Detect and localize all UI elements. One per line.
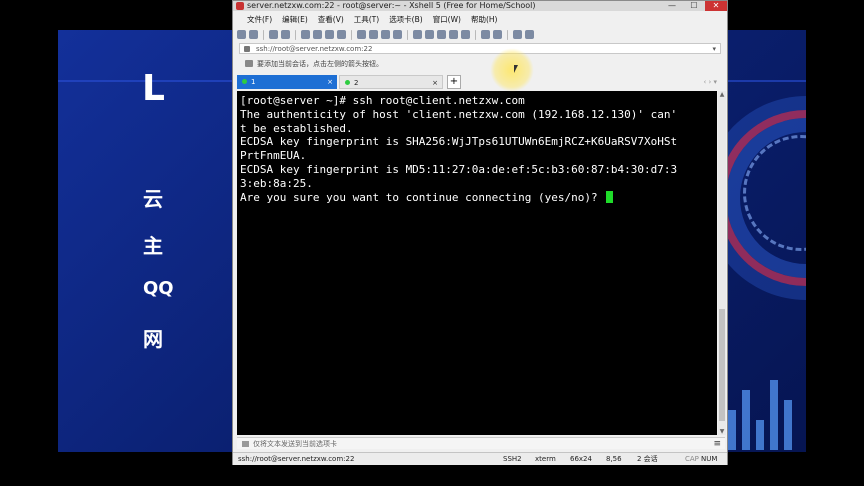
open-folder-icon[interactable]: [249, 30, 258, 39]
print-icon[interactable]: [357, 30, 366, 39]
terminal-line: The authenticity of host 'client.netzxw.…: [240, 107, 678, 121]
terminal-prompt-line: Are you sure you want to continue connec…: [240, 190, 714, 205]
add-tab-button[interactable]: +: [447, 75, 461, 89]
scroll-up-icon[interactable]: ▲: [718, 91, 726, 98]
title-bar[interactable]: server.netzxw.com:22 - root@server:~ - X…: [233, 1, 727, 11]
terminal-prompt: Are you sure you want to continue connec…: [240, 190, 605, 204]
chat-icon[interactable]: [525, 30, 534, 39]
address-dropdown-icon[interactable]: ▾: [712, 44, 716, 55]
keyboard-icon[interactable]: [461, 30, 470, 39]
terminal-cursor: [606, 190, 614, 203]
terminal-line: 3:eb:8a:25.: [240, 176, 313, 190]
status-bar: ssh://root@server.netzxw.com:22 SSH2 xte…: [233, 452, 727, 465]
toolbar-divider: [507, 29, 508, 40]
add-session-arrow-icon[interactable]: [245, 60, 253, 67]
minimize-button[interactable]: —: [661, 1, 683, 11]
connect-icon[interactable]: [269, 30, 278, 39]
session-hint-text: 要添加当前会话，点击左侧的箭头按钮。: [257, 60, 383, 68]
status-path: ssh://root@server.netzxw.com:22: [238, 455, 355, 463]
globe-icon[interactable]: [381, 30, 390, 39]
menu-tab[interactable]: 选项卡(B): [389, 13, 423, 26]
send-icon: [242, 441, 249, 447]
terminal-line: ECDSA key fingerprint is MD5:11:27:0a:de…: [240, 162, 678, 176]
script-icon[interactable]: [413, 30, 422, 39]
mouse-pointer-icon: [514, 65, 518, 73]
tab-close-icon[interactable]: ×: [432, 76, 438, 90]
app-icon: [236, 2, 244, 10]
toolbar-divider: [475, 29, 476, 40]
fullscreen-icon[interactable]: [437, 30, 446, 39]
terminal-line: ECDSA key fingerprint is SHA256:WjJTps61…: [240, 135, 678, 149]
new-session-icon[interactable]: [237, 30, 246, 39]
mouse-pointer-highlight: [490, 48, 534, 92]
menu-file[interactable]: 文件(F): [247, 13, 272, 26]
toolbar-divider: [263, 29, 264, 40]
paste-icon[interactable]: [325, 30, 334, 39]
scroll-down-icon[interactable]: ▼: [718, 428, 726, 435]
send-text-bar[interactable]: 仅将文本发送到当前选项卡 ≡: [237, 437, 725, 449]
disconnect-icon[interactable]: [281, 30, 290, 39]
window-controls: — ☐ ✕: [661, 1, 727, 11]
font-icon[interactable]: [393, 30, 402, 39]
status-term: xterm: [535, 455, 556, 463]
lock-icon[interactable]: [449, 30, 458, 39]
tab-close-icon[interactable]: ×: [327, 75, 333, 89]
slide-line-4: 网: [143, 327, 163, 351]
status-size: 66x24: [570, 455, 592, 463]
slide-line-1: 云: [143, 187, 163, 211]
status-position: 8,56: [606, 455, 622, 463]
maximize-button[interactable]: ☐: [683, 1, 705, 11]
terminal-output[interactable]: [root@server ~]# ssh root@client.netzxw.…: [237, 91, 717, 435]
slide-title: L: [142, 68, 165, 109]
menu-tools[interactable]: 工具(T): [354, 13, 379, 26]
menu-view[interactable]: 查看(V): [318, 13, 344, 26]
menu-edit[interactable]: 编辑(E): [282, 13, 308, 26]
help-icon[interactable]: [513, 30, 522, 39]
tab-client[interactable]: 2 client.netzxw.com:22 ×: [339, 75, 443, 101]
status-num: NUM: [701, 455, 718, 463]
send-text-placeholder: 仅将文本发送到当前选项卡: [253, 440, 337, 448]
decorative-bars: [728, 370, 806, 450]
terminal-scrollbar[interactable]: ▲ ▼: [718, 91, 726, 435]
menu-window[interactable]: 窗口(W): [433, 13, 461, 26]
terminal-line: PrtFnmEUA.: [240, 149, 307, 163]
toolbar-divider: [407, 29, 408, 40]
status-caps: CAP: [685, 455, 699, 463]
connected-status-icon: [242, 79, 247, 84]
slide-line-3: QQ: [143, 278, 174, 299]
scrollbar-thumb[interactable]: [719, 309, 725, 421]
address-lock-icon: [244, 46, 250, 52]
status-protocol: SSH2: [503, 455, 522, 463]
address-bar[interactable]: ssh://root@server.netzxw.com:22 ▾: [239, 43, 721, 54]
send-menu-icon[interactable]: ≡: [713, 438, 721, 450]
toolbar-divider: [351, 29, 352, 40]
session-tabs: 1 server.netzxw.com:22 × 2 client.netzxw…: [237, 75, 725, 101]
close-button[interactable]: ✕: [705, 1, 727, 11]
tab-navigation[interactable]: ‹ › ▾: [703, 75, 717, 89]
session-hint-bar: 要添加当前会话，点击左侧的箭头按钮。: [239, 58, 721, 70]
compose-icon[interactable]: [481, 30, 490, 39]
layout-icon[interactable]: [493, 30, 502, 39]
toolbar: [237, 28, 723, 41]
terminal-line: [root@server ~]# ssh root@client.netzxw.…: [240, 94, 525, 107]
slide-line-2: 主: [143, 234, 163, 258]
connected-status-icon: [345, 80, 350, 85]
copy-icon[interactable]: [313, 30, 322, 39]
transfer-icon[interactable]: [369, 30, 378, 39]
window-title: server.netzxw.com:22 - root@server:~ - X…: [247, 1, 536, 10]
key-icon[interactable]: [425, 30, 434, 39]
address-value: ssh://root@server.netzxw.com:22: [256, 45, 373, 53]
find-icon[interactable]: [337, 30, 346, 39]
menu-bar: 文件(F) 编辑(E) 查看(V) 工具(T) 选项卡(B) 窗口(W) 帮助(…: [233, 13, 727, 26]
xshell-window: server.netzxw.com:22 - root@server:~ - X…: [232, 0, 728, 465]
reconnect-icon[interactable]: [301, 30, 310, 39]
terminal-line: t be established.: [240, 121, 353, 135]
menu-help[interactable]: 帮助(H): [471, 13, 498, 26]
tab-server[interactable]: 1 server.netzxw.com:22 ×: [237, 75, 337, 100]
toolbar-divider: [295, 29, 296, 40]
status-sessions: 2 会话: [637, 455, 658, 463]
